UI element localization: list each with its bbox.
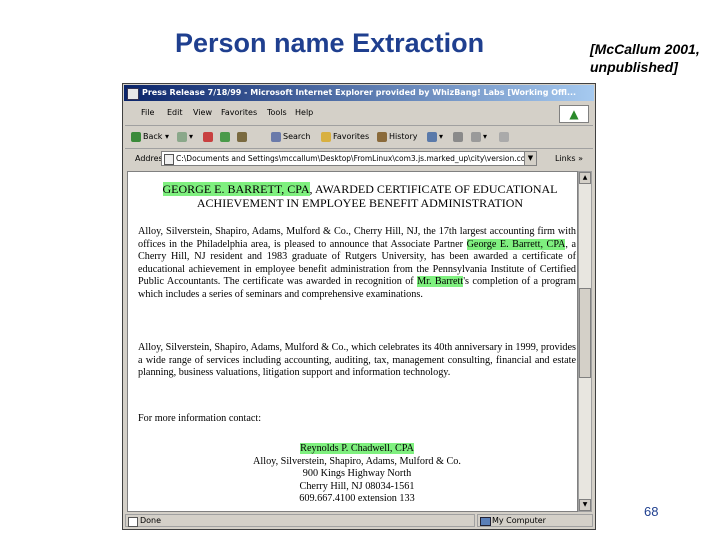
contact-block: Reynolds P. Chadwell, CPA Alloy, Silvers… [138, 443, 576, 506]
history-button[interactable]: History [377, 129, 417, 145]
throbber-logo: ▲ [559, 105, 589, 123]
menu-tools[interactable]: Tools [267, 108, 287, 117]
throbber-icon: ▲ [569, 107, 579, 121]
scroll-down-arrow-icon[interactable]: ▼ [579, 499, 591, 511]
links-button[interactable]: Links » [555, 154, 583, 163]
article-headline: GEORGE E. BARRETT, CPA, AWARDED CERTIFIC… [150, 182, 570, 210]
ie-logo-icon [127, 88, 139, 100]
vertical-scrollbar[interactable]: ▲ ▼ [578, 171, 592, 512]
citation: [McCallum 2001, unpublished] [590, 40, 720, 76]
page-done-icon [128, 517, 138, 527]
citation-line-1: [McCallum 2001, [590, 41, 700, 57]
history-icon [377, 131, 387, 142]
home-icon [237, 131, 247, 142]
menu-favorites[interactable]: Favorites [221, 108, 257, 117]
forward-arrow-icon [177, 131, 187, 142]
status-zone-pane: My Computer [477, 514, 593, 527]
mail-icon [427, 131, 437, 142]
menu-file[interactable]: File [141, 108, 154, 117]
contact-phone: 609.667.4100 extension 133 [299, 493, 415, 505]
discuss-button[interactable] [499, 129, 511, 145]
refresh-icon [220, 131, 230, 142]
page-title: Person name Extraction [175, 28, 485, 58]
status-left-pane: Done [125, 514, 475, 527]
menu-bar: File Edit View Favorites Tools Help ▲ [125, 103, 593, 126]
print-icon [453, 131, 463, 142]
history-label: History [389, 132, 418, 141]
page-icon [164, 154, 174, 165]
search-button[interactable]: Search [271, 129, 310, 145]
contact-city: Cherry Hill, NJ 08034-1561 [299, 480, 415, 492]
address-dropdown-button[interactable]: ▼ [524, 152, 536, 165]
browser-title: Press Release 7/18/99 - Microsoft Intern… [142, 88, 577, 97]
highlighted-person-name: Mr. Barrett [417, 276, 464, 288]
article-paragraph-1: Alloy, Silverstein, Shapiro, Adams, Mulf… [138, 226, 576, 302]
browser-window: Press Release 7/18/99 - Microsoft Intern… [122, 83, 596, 530]
zone-text: My Computer [492, 516, 546, 525]
favorites-icon [321, 131, 331, 142]
back-button[interactable]: Back ▾ [131, 129, 169, 145]
article-paragraph-2: Alloy, Silverstein, Shapiro, Adams, Mulf… [138, 342, 576, 379]
edit-button[interactable]: ▾ [471, 129, 487, 145]
scroll-up-arrow-icon[interactable]: ▲ [579, 172, 591, 184]
headline-person-name: GEORGE E. BARRETT, CPA [162, 182, 310, 196]
mail-button[interactable]: ▾ [427, 129, 443, 145]
links-label: Links [555, 154, 576, 163]
print-button[interactable] [453, 129, 465, 145]
edit-icon [471, 131, 481, 142]
browser-titlebar[interactable]: Press Release 7/18/99 - Microsoft Intern… [124, 85, 594, 101]
menu-view[interactable]: View [193, 108, 212, 117]
address-bar: Address C:\Documents and Settings\mccall… [125, 149, 593, 169]
status-text: Done [140, 516, 162, 525]
search-label: Search [283, 132, 311, 141]
refresh-button[interactable] [220, 129, 232, 145]
back-label: Back [143, 132, 163, 141]
stop-button[interactable] [203, 129, 215, 145]
article-paragraph-3: For more information contact: [138, 413, 262, 424]
menu-edit[interactable]: Edit [167, 108, 183, 117]
toolbar: Back ▾ ▾ Search Favorites History ▾ ▾ [125, 126, 593, 149]
discuss-icon [499, 131, 509, 142]
search-icon [271, 131, 281, 142]
slide-number: 68 [644, 504, 659, 519]
address-input[interactable]: C:\Documents and Settings\mccallum\Deskt… [161, 151, 537, 166]
menu-help[interactable]: Help [295, 108, 313, 117]
contact-firm: Alloy, Silverstein, Shapiro, Adams, Mulf… [253, 455, 461, 467]
favorites-button[interactable]: Favorites [321, 129, 369, 145]
contact-street: 900 Kings Highway North [302, 468, 412, 480]
stop-icon [203, 131, 213, 142]
scrollbar-thumb[interactable] [579, 288, 591, 378]
page-content: GEORGE E. BARRETT, CPA, AWARDED CERTIFIC… [127, 171, 578, 512]
computer-icon [480, 517, 491, 526]
favorites-label: Favorites [333, 132, 370, 141]
citation-line-2: unpublished] [590, 59, 678, 75]
home-button[interactable] [237, 129, 249, 145]
status-bar: Done My Computer [125, 514, 593, 528]
highlighted-person-name: George E. Barrett, CPA [466, 238, 566, 250]
back-arrow-icon [131, 131, 141, 142]
highlighted-person-name: Reynolds P. Chadwell, CPA [300, 443, 414, 454]
forward-button[interactable]: ▾ [177, 129, 193, 145]
address-value: C:\Documents and Settings\mccallum\Deskt… [176, 154, 533, 163]
